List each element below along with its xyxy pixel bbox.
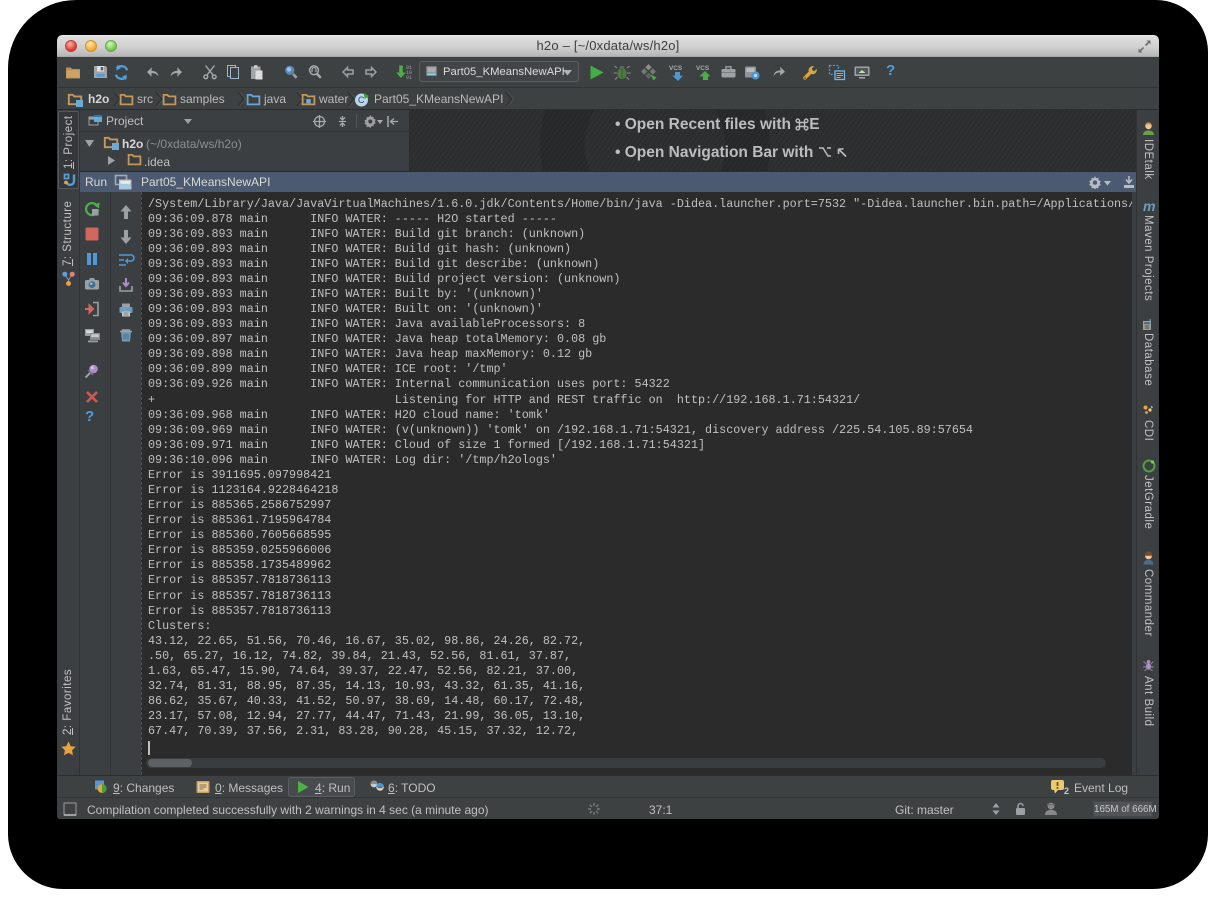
svg-text:C: C — [358, 95, 365, 105]
svg-text:01: 01 — [406, 75, 412, 81]
svg-text:VCS: VCS — [669, 65, 683, 72]
svg-text:2: 2 — [1064, 786, 1069, 796]
svg-text:VCS: VCS — [696, 65, 710, 72]
